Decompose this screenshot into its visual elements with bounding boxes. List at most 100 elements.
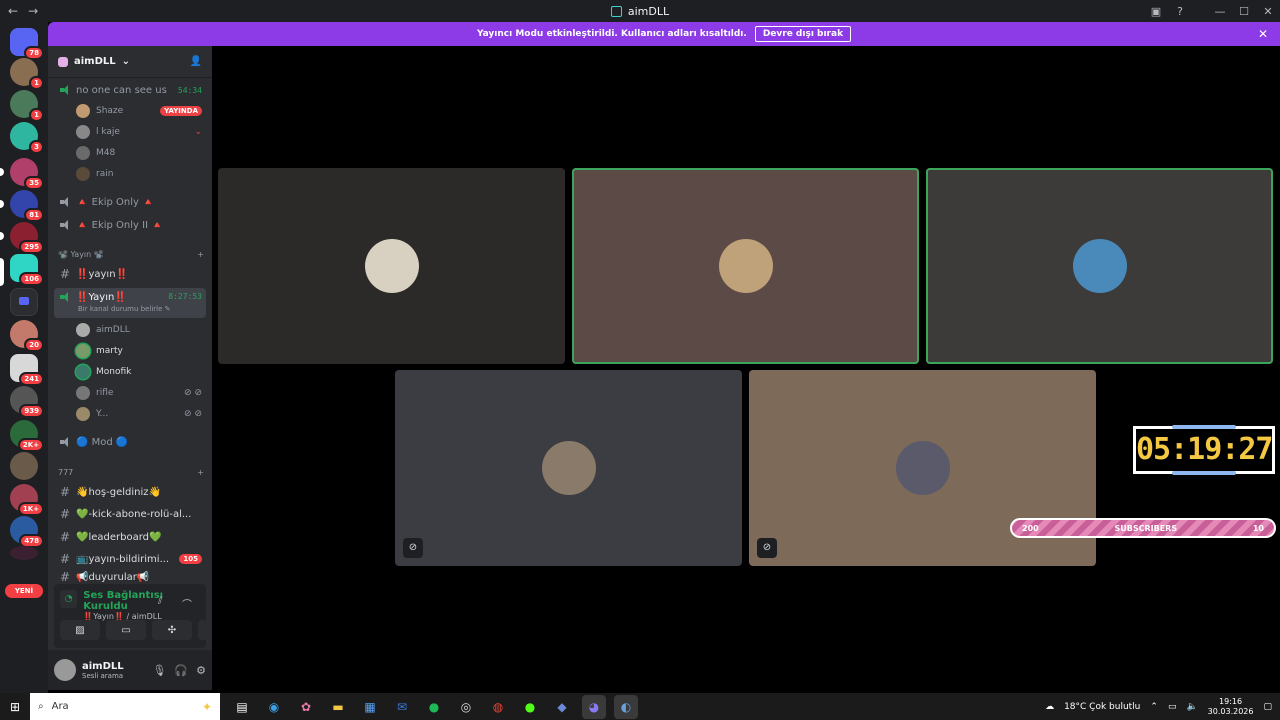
server-icon[interactable]: 241: [10, 354, 44, 386]
noise-suppression-icon[interactable]: ⫽: [158, 596, 162, 607]
voice-user[interactable]: marty: [76, 342, 202, 360]
text-channel[interactable]: # 💚-kick-abone-rolü-al...: [54, 504, 206, 524]
server-icon-active[interactable]: 106: [10, 254, 44, 286]
muted-icons: ⊘ ⊘: [184, 409, 202, 419]
participant-tile-speaking[interactable]: [572, 168, 919, 364]
new-unreads-badge[interactable]: YENİ: [5, 584, 43, 598]
server-icon[interactable]: 1K+: [10, 484, 44, 516]
microphone-icon[interactable]: 🎙: [152, 664, 166, 677]
spotify-icon[interactable]: ●: [422, 695, 446, 719]
headphones-icon[interactable]: 🎧: [174, 664, 188, 677]
voice-user[interactable]: rain: [76, 165, 202, 183]
app-icon[interactable]: ◎: [454, 695, 478, 719]
minimize-button[interactable]: —: [1208, 5, 1232, 18]
close-button[interactable]: ✕: [1256, 5, 1280, 18]
server-icon[interactable]: 295: [10, 222, 44, 254]
notifications-icon[interactable]: ▢: [1263, 702, 1272, 712]
clock-date: 30.03.2026: [1207, 706, 1254, 716]
direct-messages-icon[interactable]: 78: [10, 28, 44, 60]
network-icon[interactable]: ▭: [1168, 702, 1177, 712]
weather-icon[interactable]: ☁: [1045, 702, 1054, 712]
task-view-icon[interactable]: ▤: [230, 695, 254, 719]
voice-user[interactable]: aimDLL: [76, 321, 202, 339]
channel-timer: 54:34: [177, 85, 202, 95]
participant-tile-speaking[interactable]: [926, 168, 1273, 364]
server-icon[interactable]: [10, 546, 38, 560]
kick-icon[interactable]: ●: [518, 695, 542, 719]
voice-user[interactable]: l kaje ⌄: [76, 123, 202, 141]
participant-tile[interactable]: [218, 168, 565, 364]
category-name: 777: [58, 468, 74, 477]
text-channel[interactable]: # 👋hoş-geldiniz👋: [54, 482, 206, 502]
camera-off-button[interactable]: ▨: [60, 620, 100, 640]
text-channel[interactable]: # 💚leaderboard💚: [54, 527, 206, 547]
active-voice-channel[interactable]: ‼️Yayın‼️ 8:27:53 Bir kanal durumu belir…: [54, 288, 206, 318]
clock[interactable]: 19:16 30.03.2026: [1208, 697, 1254, 717]
channel-sidebar: aimDLL ⌄ 👤 no one can see us 54:34 Shaze Y…: [48, 46, 238, 690]
server-icon[interactable]: 2K+: [10, 420, 44, 452]
disable-streamer-mode-button[interactable]: Devre dışı bırak: [754, 26, 852, 42]
server-icon[interactable]: 478: [10, 516, 44, 548]
add-channel-icon[interactable]: +: [197, 468, 204, 477]
maximize-button[interactable]: ☐: [1232, 5, 1256, 18]
voice-channel[interactable]: no one can see us 54:34: [54, 80, 206, 100]
close-banner-icon[interactable]: ✕: [1258, 27, 1268, 41]
voice-channel[interactable]: 🔺 Ekip Only 🔺: [54, 192, 206, 212]
folder-icon[interactable]: [10, 288, 38, 316]
category-header[interactable]: 777 +: [58, 468, 204, 477]
steam-icon[interactable]: ◐: [614, 694, 638, 719]
outlook-icon[interactable]: ✉: [390, 695, 414, 719]
disconnect-icon[interactable]: ⌒: [182, 596, 192, 611]
server-icon[interactable]: 35: [10, 158, 44, 190]
participant-tile[interactable]: ⊘: [395, 370, 742, 566]
server-badge: 3: [29, 140, 44, 154]
tray-chevron-icon[interactable]: ⌃: [1150, 702, 1158, 712]
server-icon[interactable]: 1: [10, 90, 44, 122]
server-list: 78 1 1 3 35 81 295 106 20 241 939 2K+ 1K…: [0, 22, 48, 698]
voice-channel[interactable]: 🔵 Mod 🔵: [54, 432, 206, 452]
weather-text[interactable]: 18°C Çok bulutlu: [1064, 702, 1140, 712]
voice-user[interactable]: M48: [76, 144, 202, 162]
server-icon[interactable]: 939: [10, 386, 44, 418]
text-channel[interactable]: # 📺yayın-bildirimi... 105: [54, 549, 206, 569]
server-header[interactable]: aimDLL ⌄ 👤: [48, 46, 212, 78]
add-channel-icon[interactable]: +: [197, 250, 204, 259]
server-icon[interactable]: [10, 452, 38, 480]
server-badge: 81: [24, 208, 44, 222]
file-explorer-icon[interactable]: ▬: [326, 695, 350, 719]
discord-icon[interactable]: ◕: [582, 694, 606, 719]
store-icon[interactable]: ▦: [358, 695, 382, 719]
app-icon[interactable]: ◆: [550, 695, 574, 719]
text-channel[interactable]: # 📢duyurular📢: [54, 571, 206, 583]
server-icon[interactable]: 1: [10, 58, 44, 90]
signal-icon[interactable]: ◔: [60, 590, 78, 608]
screen-share-button[interactable]: ▭: [106, 620, 146, 640]
server-icon[interactable]: 20: [10, 320, 44, 352]
voice-user[interactable]: Y... ⊘ ⊘: [76, 405, 202, 423]
category-header[interactable]: 📽️ Yayın 📽️ +: [58, 250, 204, 259]
copilot-icon[interactable]: ✿: [294, 695, 318, 719]
taskbar-search[interactable]: ⌕ Ara ✦: [30, 693, 220, 720]
edge-icon[interactable]: ◉: [262, 695, 286, 719]
camera-off-icon: ⊘: [757, 538, 777, 558]
chevron-down-icon[interactable]: ⌄: [194, 127, 202, 137]
live-badge: YAYINDA: [160, 106, 202, 116]
windows-start-icon[interactable]: ⊞: [0, 700, 30, 714]
inbox-icon[interactable]: ▣: [1144, 5, 1168, 18]
avatar[interactable]: [54, 659, 76, 681]
channel-status-prompt[interactable]: Bir kanal durumu belirle ✎: [78, 305, 171, 313]
help-icon[interactable]: ?: [1168, 5, 1192, 18]
chrome-icon[interactable]: ◍: [486, 695, 510, 719]
server-icon[interactable]: 81: [10, 190, 44, 222]
add-member-icon[interactable]: 👤: [190, 56, 202, 67]
text-channel[interactable]: # ‼️yayın‼️: [54, 264, 206, 284]
voice-user[interactable]: Shaze YAYINDA: [76, 102, 202, 120]
voice-user[interactable]: rifle ⊘ ⊘: [76, 384, 202, 402]
server-icon[interactable]: 3: [10, 122, 44, 154]
activities-button[interactable]: ✣: [152, 620, 192, 640]
avatar: [76, 344, 90, 358]
volume-icon[interactable]: 🔈: [1186, 702, 1197, 712]
voice-user[interactable]: Monofik: [76, 363, 202, 381]
settings-gear-icon[interactable]: ⚙: [196, 664, 206, 677]
voice-channel[interactable]: 🔺 Ekip Only II 🔺: [54, 215, 206, 235]
